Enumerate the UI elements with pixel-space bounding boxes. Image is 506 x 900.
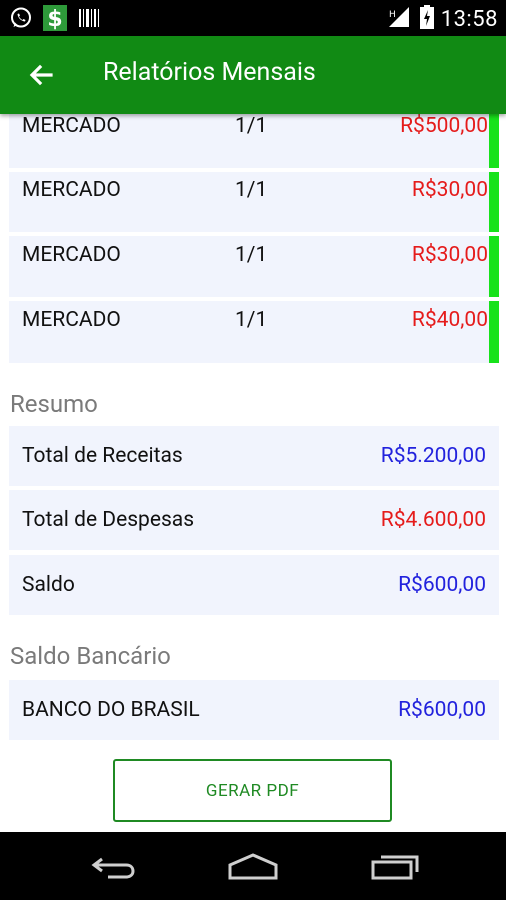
signal-icon: H bbox=[387, 5, 413, 33]
page-title: Relatórios Mensais bbox=[103, 58, 316, 87]
expense-name: MERCADO bbox=[22, 243, 121, 267]
expense-value: R$30,00 bbox=[411, 178, 488, 202]
battery-icon bbox=[419, 4, 435, 34]
barcode-icon bbox=[76, 5, 102, 31]
expense-name: MERCADO bbox=[22, 178, 121, 202]
expense-installment: 1/1 bbox=[235, 308, 268, 332]
summary-row-balance[interactable]: Saldo R$600,00 bbox=[9, 555, 499, 615]
expense-name: MERCADO bbox=[22, 114, 121, 138]
svg-text:H: H bbox=[389, 10, 396, 20]
summary-title: Resumo bbox=[10, 390, 98, 418]
status-indicator bbox=[489, 172, 499, 232]
expense-row[interactable]: MERCADO 1/1 R$500,00 bbox=[9, 114, 499, 168]
bank-balance-title: Saldo Bancário bbox=[10, 642, 171, 670]
expense-installment: 1/1 bbox=[235, 114, 268, 138]
app-bar: Relatórios Mensais bbox=[0, 36, 506, 114]
report-content[interactable]: MERCADO 1/1 R$500,00 MERCADO 1/1 R$30,00… bbox=[0, 114, 506, 832]
summary-value: R$600,00 bbox=[398, 573, 486, 597]
svg-text:$: $ bbox=[47, 7, 62, 31]
bank-row[interactable]: BANCO DO BRASIL R$600,00 bbox=[9, 680, 499, 740]
expense-name: MERCADO bbox=[22, 308, 121, 332]
summary-value: R$4.600,00 bbox=[380, 508, 486, 532]
home-nav-icon[interactable] bbox=[223, 848, 283, 884]
status-time: 13:58 bbox=[440, 6, 498, 32]
expense-value: R$500,00 bbox=[400, 114, 488, 138]
bank-name: BANCO DO BRASIL bbox=[22, 698, 200, 722]
back-nav-icon[interactable] bbox=[83, 848, 143, 884]
summary-label: Total de Despesas bbox=[22, 508, 195, 532]
back-button[interactable] bbox=[24, 58, 58, 92]
summary-value: R$5.200,00 bbox=[380, 444, 486, 468]
bank-value: R$600,00 bbox=[398, 698, 486, 722]
summary-row-expenses[interactable]: Total de Despesas R$4.600,00 bbox=[9, 490, 499, 550]
expense-installment: 1/1 bbox=[235, 178, 268, 202]
expense-row[interactable]: MERCADO 1/1 R$30,00 bbox=[9, 172, 499, 232]
expense-row[interactable]: MERCADO 1/1 R$30,00 bbox=[9, 236, 499, 297]
generate-pdf-button[interactable]: GERAR PDF bbox=[113, 759, 392, 822]
status-bar: $ H 13:58 bbox=[0, 0, 506, 36]
expense-row[interactable]: MERCADO 1/1 R$40,00 bbox=[9, 301, 499, 363]
summary-row-income[interactable]: Total de Receitas R$5.200,00 bbox=[9, 426, 499, 486]
whatsapp-icon bbox=[8, 5, 34, 31]
arrow-back-icon bbox=[24, 64, 58, 96]
summary-label: Saldo bbox=[22, 573, 75, 597]
expense-installment: 1/1 bbox=[235, 243, 268, 267]
expense-value: R$40,00 bbox=[411, 308, 488, 332]
status-indicator bbox=[489, 301, 499, 363]
recents-nav-icon[interactable] bbox=[366, 848, 426, 884]
system-nav-bar bbox=[0, 832, 506, 900]
status-indicator bbox=[489, 236, 499, 297]
expense-value: R$30,00 bbox=[411, 243, 488, 267]
summary-label: Total de Receitas bbox=[22, 444, 183, 468]
dollar-app-icon: $ bbox=[42, 5, 68, 31]
status-indicator bbox=[489, 114, 499, 168]
